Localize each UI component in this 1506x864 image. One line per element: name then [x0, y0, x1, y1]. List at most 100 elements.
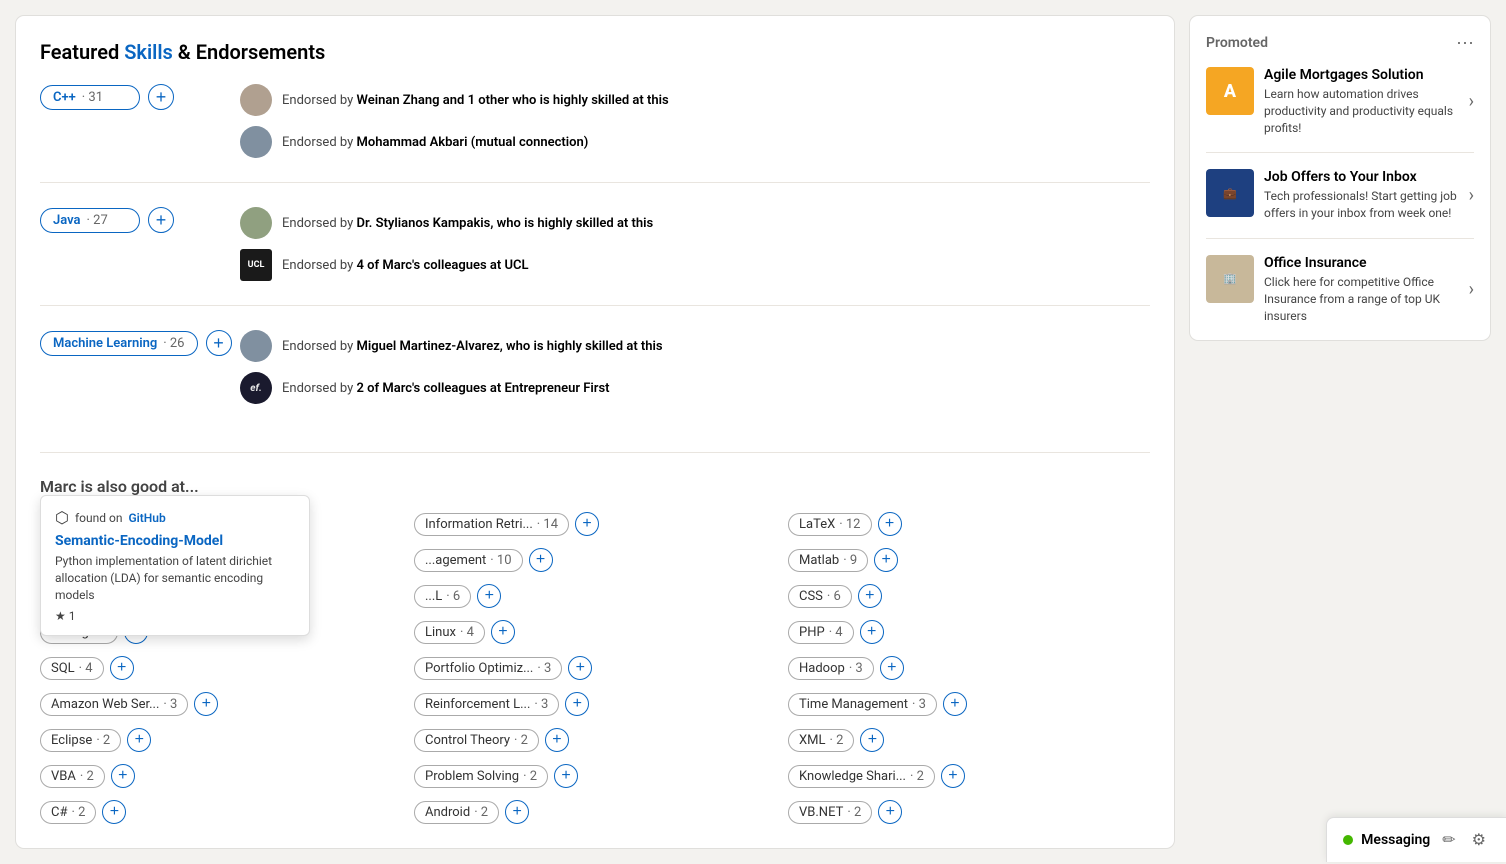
add-management-button[interactable]: +: [529, 548, 553, 572]
skill-tag-ml[interactable]: Machine Learning · 26: [40, 331, 198, 356]
skill-tag-rl[interactable]: Reinforcement L... · 3: [414, 693, 559, 716]
sidebar: Promoted ··· A Agile Mortgages Solution …: [1190, 16, 1490, 848]
skill-tag-problem-solving[interactable]: Problem Solving · 2: [414, 765, 548, 788]
skill-tag-ml3[interactable]: ...L · 6: [414, 585, 471, 608]
skill-grid-item: XML · 2 +: [788, 728, 1150, 752]
skill-tag-linux[interactable]: Linux · 4: [414, 621, 485, 644]
add-inforetri-button[interactable]: +: [575, 512, 599, 536]
add-matlab-button[interactable]: +: [874, 548, 898, 572]
skill-tag-php[interactable]: PHP · 4: [788, 621, 854, 644]
skill-tag-control-theory[interactable]: Control Theory · 2: [414, 729, 539, 752]
skill-tag-management[interactable]: ...agement · 10: [414, 549, 523, 572]
promo-content-insurance: Office Insurance Click here for competit…: [1264, 255, 1459, 324]
more-button[interactable]: ···: [1456, 32, 1474, 53]
skill-grid-item: C# · 2 +: [40, 800, 402, 824]
promo-logo-agile: A: [1206, 67, 1254, 115]
promo-item-joboffers[interactable]: 💼 Job Offers to Your Inbox Tech professi…: [1206, 169, 1474, 239]
chevron-right-icon: ›: [1469, 185, 1474, 206]
skill-tag-css[interactable]: CSS · 6: [788, 585, 852, 608]
skill-tag-aws[interactable]: Amazon Web Ser... · 3: [40, 693, 188, 716]
endorsements-ml: Endorsed by Miguel Martinez-Alvarez, who…: [240, 330, 1150, 404]
endorsement-row: Endorsed by Weinan Zhang and 1 other who…: [240, 84, 1150, 116]
promo-content-agile: Agile Mortgages Solution Learn how autom…: [1264, 67, 1459, 136]
chevron-right-icon: ›: [1469, 91, 1474, 112]
skill-tag-vbnet[interactable]: VB.NET · 2: [788, 801, 872, 824]
promoted-header: Promoted ···: [1206, 32, 1474, 53]
skill-left-cpp: C++ · 31 +: [40, 84, 240, 110]
add-java-button[interactable]: +: [148, 207, 174, 233]
repo-name[interactable]: Semantic-Encoding-Model: [55, 533, 295, 549]
add-ml-button[interactable]: +: [206, 330, 232, 356]
add-android-button[interactable]: +: [505, 800, 529, 824]
skill-tag-java[interactable]: Java · 27: [40, 208, 140, 233]
section-title: Featured Skills & Endorsements: [40, 40, 1150, 64]
skill-tag-inforetri[interactable]: Information Retri... · 14: [414, 513, 569, 536]
messaging-settings-button[interactable]: ⚙: [1468, 828, 1490, 852]
add-timemanagement-button[interactable]: +: [943, 692, 967, 716]
skill-tag-sql[interactable]: SQL · 4: [40, 657, 104, 680]
skill-tag-latex[interactable]: LaTeX · 12: [788, 513, 872, 536]
endorsement-row: Endorsed by Miguel Martinez-Alvarez, who…: [240, 330, 1150, 362]
promo-content-joboffers: Job Offers to Your Inbox Tech profession…: [1264, 169, 1459, 222]
github-link[interactable]: GitHub: [128, 511, 165, 525]
add-problem-solving-button[interactable]: +: [554, 764, 578, 788]
add-eclipse-button[interactable]: +: [127, 728, 151, 752]
skill-grid-item: Time Management · 3 +: [788, 692, 1150, 716]
add-knowledge-sharing-button[interactable]: +: [941, 764, 965, 788]
github-icon: ⬡: [55, 508, 69, 527]
skill-tag-portfolio[interactable]: Portfolio Optimiz... · 3: [414, 657, 562, 680]
online-status-dot: [1343, 835, 1353, 845]
add-csharp-button[interactable]: +: [102, 800, 126, 824]
messaging-bar: Messaging ✏ ⚙: [1326, 817, 1506, 862]
skill-tag-cpp[interactable]: C++ · 31: [40, 85, 140, 110]
endorsements-cpp: Endorsed by Weinan Zhang and 1 other who…: [240, 84, 1150, 158]
skill-tag-eclipse[interactable]: Eclipse · 2: [40, 729, 121, 752]
skill-tag-knowledge-sharing[interactable]: Knowledge Shari... · 2: [788, 765, 935, 788]
skill-grid-item: LaTeX · 12 +: [788, 512, 1150, 536]
add-css-button[interactable]: +: [858, 584, 882, 608]
add-php-button[interactable]: +: [860, 620, 884, 644]
add-cpp-button[interactable]: +: [148, 84, 174, 110]
featured-skill-java: Java · 27 + Endorsed by Dr. Stylianos Ka…: [40, 207, 1150, 306]
featured-skill-ml: Machine Learning · 26 + Endorsed by Migu…: [40, 330, 1150, 428]
avatar: [240, 330, 272, 362]
promo-item-insurance[interactable]: 🏢 Office Insurance Click here for compet…: [1206, 255, 1474, 324]
add-control-theory-button[interactable]: +: [545, 728, 569, 752]
skill-tag-csharp[interactable]: C# · 2: [40, 801, 96, 824]
add-latex-button[interactable]: +: [878, 512, 902, 536]
compose-message-button[interactable]: ✏: [1438, 828, 1459, 852]
add-rl-button[interactable]: +: [565, 692, 589, 716]
add-ml3-button[interactable]: +: [477, 584, 501, 608]
tooltip-github-row: ⬡ found on GitHub: [55, 508, 295, 527]
add-linux-button[interactable]: +: [491, 620, 515, 644]
skill-tag-matlab[interactable]: Matlab · 9: [788, 549, 868, 572]
skill-tag-xml[interactable]: XML · 2: [788, 729, 854, 752]
skill-grid-item: Hadoop · 3 +: [788, 656, 1150, 680]
promoted-card: Promoted ··· A Agile Mortgages Solution …: [1190, 16, 1490, 340]
skill-grid-item: ...L · 6 +: [414, 584, 776, 608]
add-portfolio-button[interactable]: +: [568, 656, 592, 680]
skill-tag-timemanagement[interactable]: Time Management · 3: [788, 693, 937, 716]
skill-tag-android[interactable]: Android · 2: [414, 801, 499, 824]
skill-grid-item: CSS · 6 +: [788, 584, 1150, 608]
add-hadoop-button[interactable]: +: [880, 656, 904, 680]
messaging-label[interactable]: Messaging: [1361, 832, 1430, 848]
endorsement-row: ef. Endorsed by 2 of Marc's colleagues a…: [240, 372, 1150, 404]
skill-tag-vba[interactable]: VBA · 2: [40, 765, 105, 788]
add-sql-button[interactable]: +: [110, 656, 134, 680]
promo-title-joboffers: Job Offers to Your Inbox: [1264, 169, 1459, 185]
avatar: [240, 207, 272, 239]
promo-desc-insurance: Click here for competitive Office Insura…: [1264, 274, 1459, 324]
add-vba-button[interactable]: +: [111, 764, 135, 788]
promo-item-agile[interactable]: A Agile Mortgages Solution Learn how aut…: [1206, 67, 1474, 153]
add-vbnet-button[interactable]: +: [878, 800, 902, 824]
promo-desc-agile: Learn how automation drives productivity…: [1264, 86, 1459, 136]
promo-title-agile: Agile Mortgages Solution: [1264, 67, 1459, 83]
skill-grid-item: Portfolio Optimiz... · 3 +: [414, 656, 776, 680]
promo-title-insurance: Office Insurance: [1264, 255, 1459, 271]
add-aws-button[interactable]: +: [194, 692, 218, 716]
promo-logo-joboffers: 💼: [1206, 169, 1254, 217]
skill-tag-hadoop[interactable]: Hadoop · 3: [788, 657, 874, 680]
promo-desc-joboffers: Tech professionals! Start getting job of…: [1264, 188, 1459, 222]
add-xml-button[interactable]: +: [860, 728, 884, 752]
